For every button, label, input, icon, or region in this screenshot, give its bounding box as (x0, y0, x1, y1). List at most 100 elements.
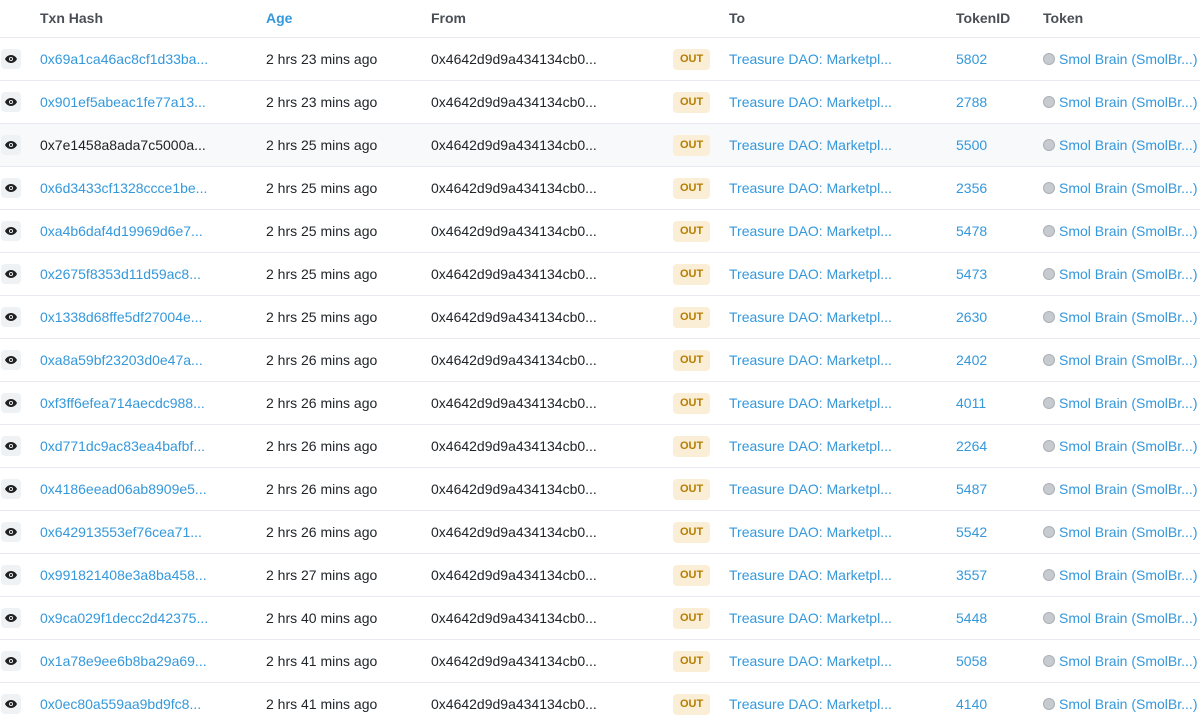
txn-hash-link[interactable]: 0x0ec80a559aa9bd9fc8... (40, 696, 201, 712)
token-link[interactable]: Smol Brain (SmolBr...) (1043, 653, 1197, 669)
to-address-link[interactable]: Treasure DAO: Marketpl... (729, 395, 892, 411)
token-id-link[interactable]: 4140 (956, 696, 987, 712)
token-link[interactable]: Smol Brain (SmolBr...) (1043, 438, 1197, 454)
eye-icon[interactable] (1, 608, 21, 628)
txn-hash-link[interactable]: 0x901ef5abeac1fe77a13... (40, 94, 206, 110)
token-id-link[interactable]: 3557 (956, 567, 987, 583)
from-address[interactable]: 0x4642d9d9a434134cb0... (431, 395, 597, 411)
token-link[interactable]: Smol Brain (SmolBr...) (1043, 51, 1197, 67)
eye-icon[interactable] (1, 694, 21, 714)
to-address-link[interactable]: Treasure DAO: Marketpl... (729, 266, 892, 282)
header-to: To (729, 10, 746, 26)
from-address[interactable]: 0x4642d9d9a434134cb0... (431, 610, 597, 626)
token-id-link[interactable]: 2788 (956, 94, 987, 110)
header-age[interactable]: Age (266, 0, 416, 37)
to-address-link[interactable]: Treasure DAO: Marketpl... (729, 223, 892, 239)
to-address-link[interactable]: Treasure DAO: Marketpl... (729, 481, 892, 497)
token-id-link[interactable]: 5802 (956, 51, 987, 67)
txn-hash-link[interactable]: 0xa4b6daf4d19969d6e7... (40, 223, 203, 239)
txn-hash-link[interactable]: 0x1a78e9ee6b8ba29a69... (40, 653, 207, 669)
token-link[interactable]: Smol Brain (SmolBr...) (1043, 696, 1197, 712)
token-link[interactable]: Smol Brain (SmolBr...) (1043, 180, 1197, 196)
token-id-link[interactable]: 5500 (956, 137, 987, 153)
to-address-link[interactable]: Treasure DAO: Marketpl... (729, 696, 892, 712)
token-id-link[interactable]: 2356 (956, 180, 987, 196)
eye-icon[interactable] (1, 178, 21, 198)
txn-hash-link[interactable]: 0x642913553ef76cea71... (40, 524, 202, 540)
to-address-link[interactable]: Treasure DAO: Marketpl... (729, 653, 892, 669)
token-id-link[interactable]: 5542 (956, 524, 987, 540)
eye-icon[interactable] (1, 49, 21, 69)
token-link[interactable]: Smol Brain (SmolBr...) (1043, 567, 1197, 583)
to-address-link[interactable]: Treasure DAO: Marketpl... (729, 51, 892, 67)
txn-hash-link[interactable]: 0xd771dc9ac83ea4bafbf... (40, 438, 205, 454)
from-address[interactable]: 0x4642d9d9a434134cb0... (431, 653, 597, 669)
token-id-link[interactable]: 2264 (956, 438, 987, 454)
token-link[interactable]: Smol Brain (SmolBr...) (1043, 223, 1197, 239)
token-id-link[interactable]: 4011 (956, 395, 986, 411)
preview-cell (0, 683, 22, 724)
from-address[interactable]: 0x4642d9d9a434134cb0... (431, 352, 597, 368)
from-address[interactable]: 0x4642d9d9a434134cb0... (431, 309, 597, 325)
txn-hash-link[interactable]: 0x7e1458a8ada7c5000a... (40, 137, 206, 153)
token-link[interactable]: Smol Brain (SmolBr...) (1043, 352, 1197, 368)
token-id-link[interactable]: 5478 (956, 223, 987, 239)
to-address-link[interactable]: Treasure DAO: Marketpl... (729, 352, 892, 368)
token-link[interactable]: Smol Brain (SmolBr...) (1043, 137, 1197, 153)
token-link[interactable]: Smol Brain (SmolBr...) (1043, 481, 1197, 497)
eye-icon[interactable] (1, 651, 21, 671)
txn-hash-link[interactable]: 0x6d3433cf1328ccce1be... (40, 180, 207, 196)
eye-icon[interactable] (1, 135, 21, 155)
eye-icon[interactable] (1, 565, 21, 585)
from-address[interactable]: 0x4642d9d9a434134cb0... (431, 481, 597, 497)
token-link[interactable]: Smol Brain (SmolBr...) (1043, 309, 1197, 325)
eye-icon[interactable] (1, 307, 21, 327)
to-address-link[interactable]: Treasure DAO: Marketpl... (729, 137, 892, 153)
eye-icon[interactable] (1, 436, 21, 456)
txn-hash-link[interactable]: 0xa8a59bf23203d0e47a... (40, 352, 203, 368)
from-address[interactable]: 0x4642d9d9a434134cb0... (431, 524, 597, 540)
token-link[interactable]: Smol Brain (SmolBr...) (1043, 524, 1197, 540)
from-address[interactable]: 0x4642d9d9a434134cb0... (431, 51, 597, 67)
txn-hash-link[interactable]: 0x991821408e3a8ba458... (40, 567, 207, 583)
to-address-link[interactable]: Treasure DAO: Marketpl... (729, 94, 892, 110)
token-id-link[interactable]: 2402 (956, 352, 987, 368)
token-id-link[interactable]: 5058 (956, 653, 987, 669)
txn-hash-link[interactable]: 0x4186eead06ab8909e5... (40, 481, 207, 497)
eye-icon[interactable] (1, 350, 21, 370)
to-address-link[interactable]: Treasure DAO: Marketpl... (729, 524, 892, 540)
txn-hash-link[interactable]: 0x9ca029f1decc2d42375... (40, 610, 208, 626)
from-address[interactable]: 0x4642d9d9a434134cb0... (431, 266, 597, 282)
eye-icon[interactable] (1, 522, 21, 542)
token-link[interactable]: Smol Brain (SmolBr...) (1043, 395, 1197, 411)
eye-icon[interactable] (1, 92, 21, 112)
token-link[interactable]: Smol Brain (SmolBr...) (1043, 94, 1197, 110)
to-address-link[interactable]: Treasure DAO: Marketpl... (729, 309, 892, 325)
txn-hash-link[interactable]: 0x1338d68ffe5df27004e... (40, 309, 202, 325)
to-address-link[interactable]: Treasure DAO: Marketpl... (729, 567, 892, 583)
token-id-link[interactable]: 2630 (956, 309, 987, 325)
token-link[interactable]: Smol Brain (SmolBr...) (1043, 610, 1197, 626)
preview-cell (0, 511, 22, 553)
to-address-link[interactable]: Treasure DAO: Marketpl... (729, 610, 892, 626)
txn-hash-link[interactable]: 0x2675f8353d11d59ac8... (40, 266, 201, 282)
txn-hash-link[interactable]: 0x69a1ca46ac8cf1d33ba... (40, 51, 208, 67)
from-address[interactable]: 0x4642d9d9a434134cb0... (431, 567, 597, 583)
from-address[interactable]: 0x4642d9d9a434134cb0... (431, 696, 597, 712)
token-id-link[interactable]: 5448 (956, 610, 987, 626)
token-id-link[interactable]: 5487 (956, 481, 987, 497)
to-address-link[interactable]: Treasure DAO: Marketpl... (729, 438, 892, 454)
txn-hash-link[interactable]: 0xf3ff6efea714aecdc988... (40, 395, 205, 411)
from-address[interactable]: 0x4642d9d9a434134cb0... (431, 180, 597, 196)
eye-icon[interactable] (1, 479, 21, 499)
from-address[interactable]: 0x4642d9d9a434134cb0... (431, 94, 597, 110)
eye-icon[interactable] (1, 264, 21, 284)
from-address[interactable]: 0x4642d9d9a434134cb0... (431, 438, 597, 454)
eye-icon[interactable] (1, 221, 21, 241)
to-address-link[interactable]: Treasure DAO: Marketpl... (729, 180, 892, 196)
eye-icon[interactable] (1, 393, 21, 413)
from-address[interactable]: 0x4642d9d9a434134cb0... (431, 223, 597, 239)
token-link[interactable]: Smol Brain (SmolBr...) (1043, 266, 1197, 282)
from-address[interactable]: 0x4642d9d9a434134cb0... (431, 137, 597, 153)
token-id-link[interactable]: 5473 (956, 266, 987, 282)
